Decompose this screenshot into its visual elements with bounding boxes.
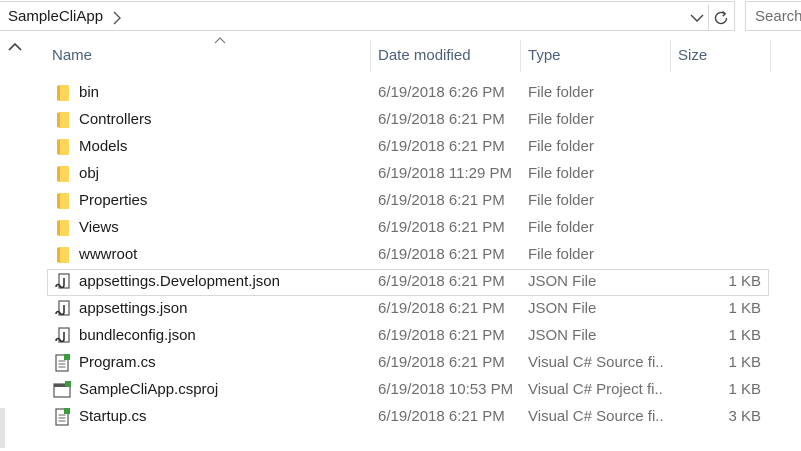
folder-icon [57,139,69,155]
csproj-file-icon [53,381,71,398]
file-type: File folder [528,84,594,101]
file-name: Views [79,219,119,236]
chevron-right-icon[interactable] [112,10,122,26]
file-type: JSON File [528,300,597,317]
file-date: 6/19/2018 6:21 PM [378,408,505,425]
file-name: Program.cs [79,354,156,371]
column-header-size[interactable]: Size [670,36,770,76]
chevron-down-icon[interactable] [689,10,705,26]
search-box[interactable]: Search [745,1,801,31]
file-type: File folder [528,192,594,209]
file-row[interactable]: Views 6/19/2018 6:21 PM File folder [47,215,769,242]
file-row[interactable]: Startup.cs 6/19/2018 6:21 PM Visual C# S… [47,404,769,431]
file-date: 6/19/2018 6:21 PM [378,111,505,128]
csharp-file-icon [55,354,70,372]
json-file-icon [55,327,70,343]
file-size: 1 KB [728,327,761,344]
file-date: 6/19/2018 10:53 PM [378,381,514,398]
file-name: Properties [79,192,148,209]
file-type: File folder [528,111,594,128]
column-header: Name Date modified Type Size [33,36,801,76]
file-date: 6/19/2018 6:21 PM [378,354,505,371]
file-name: bundleconfig.json [79,327,196,344]
file-type: JSON File [528,273,597,290]
column-date-label: Date modified [378,47,471,64]
file-date: 6/19/2018 6:21 PM [378,138,505,155]
file-row[interactable]: obj 6/19/2018 11:29 PM File folder [47,161,769,188]
file-date: 6/19/2018 6:26 PM [378,84,505,101]
folder-icon [57,247,69,263]
file-size: 1 KB [728,354,761,371]
file-date: 6/19/2018 6:21 PM [378,192,505,209]
file-name: SampleCliApp.csproj [79,381,219,398]
file-date: 6/19/2018 11:29 PM [378,165,512,182]
file-name: obj [79,165,100,182]
column-header-type[interactable]: Type [520,36,670,76]
file-type: Visual C# Source fi... [528,408,663,425]
scrollbar-thumb[interactable] [0,408,5,448]
file-row[interactable]: appsettings.json 6/19/2018 6:21 PM JSON … [47,296,769,323]
column-name-label: Name [52,47,93,64]
file-type: Visual C# Source fi... [528,354,663,371]
file-row[interactable]: SampleCliApp.csproj 6/19/2018 10:53 PM V… [47,377,769,404]
file-date: 6/19/2018 6:21 PM [378,219,505,236]
file-type: JSON File [528,327,597,344]
csharp-file-icon [55,408,70,426]
file-row[interactable]: bin 6/19/2018 6:26 PM File folder [47,80,769,107]
sort-ascending-icon [214,37,226,44]
file-name: wwwroot [79,246,138,263]
file-type: Visual C# Project fi... [528,381,663,398]
file-list: bin 6/19/2018 6:26 PM File folder Contro… [47,80,769,431]
file-name: appsettings.json [79,300,188,317]
file-name: bin [79,84,100,101]
file-date: 6/19/2018 6:21 PM [378,246,505,263]
scroll-up-icon[interactable] [8,42,22,52]
file-name: Startup.cs [79,408,147,425]
column-divider[interactable] [770,40,771,72]
file-row[interactable]: wwwroot 6/19/2018 6:21 PM File folder [47,242,769,269]
file-type: File folder [528,165,594,182]
file-size: 1 KB [728,273,761,290]
file-row[interactable]: Models 6/19/2018 6:21 PM File folder [47,134,769,161]
file-row[interactable]: Program.cs 6/19/2018 6:21 PM Visual C# S… [47,350,769,377]
file-type: File folder [528,138,594,155]
column-header-date[interactable]: Date modified [370,36,520,76]
folder-icon [57,85,69,101]
file-row-selected[interactable]: appsettings.Development.json 6/19/2018 6… [47,269,769,296]
column-size-label: Size [678,47,708,64]
file-date: 6/19/2018 6:21 PM [378,327,505,344]
refresh-icon [714,10,728,25]
json-file-icon [55,273,70,289]
column-header-name[interactable]: Name [44,36,370,76]
search-input[interactable]: Search [755,8,801,25]
folder-icon [57,166,69,182]
address-bar-row: SampleCliApp Search [0,0,801,32]
folder-icon [57,193,69,209]
address-bar[interactable]: SampleCliApp [0,1,735,31]
file-size: 1 KB [728,381,761,398]
breadcrumb-samplecliapp[interactable]: SampleCliApp [8,8,103,25]
file-row[interactable]: bundleconfig.json 6/19/2018 6:21 PM JSON… [47,323,769,350]
column-type-label: Type [528,47,561,64]
file-size: 3 KB [728,408,761,425]
folder-icon [57,220,69,236]
file-type: File folder [528,219,594,236]
file-name: Controllers [79,111,152,128]
file-name: Models [79,138,128,155]
file-type: File folder [528,246,594,263]
folder-icon [57,112,69,128]
vertical-scrollbar[interactable] [0,36,30,451]
file-row[interactable]: Properties 6/19/2018 6:21 PM File folder [47,188,769,215]
file-date: 6/19/2018 6:21 PM [378,300,505,317]
file-name: appsettings.Development.json [79,273,280,290]
file-size: 1 KB [728,300,761,317]
file-date: 6/19/2018 6:21 PM [378,273,505,290]
file-row[interactable]: Controllers 6/19/2018 6:21 PM File folde… [47,107,769,134]
refresh-button[interactable] [708,5,732,31]
json-file-icon [55,300,70,316]
